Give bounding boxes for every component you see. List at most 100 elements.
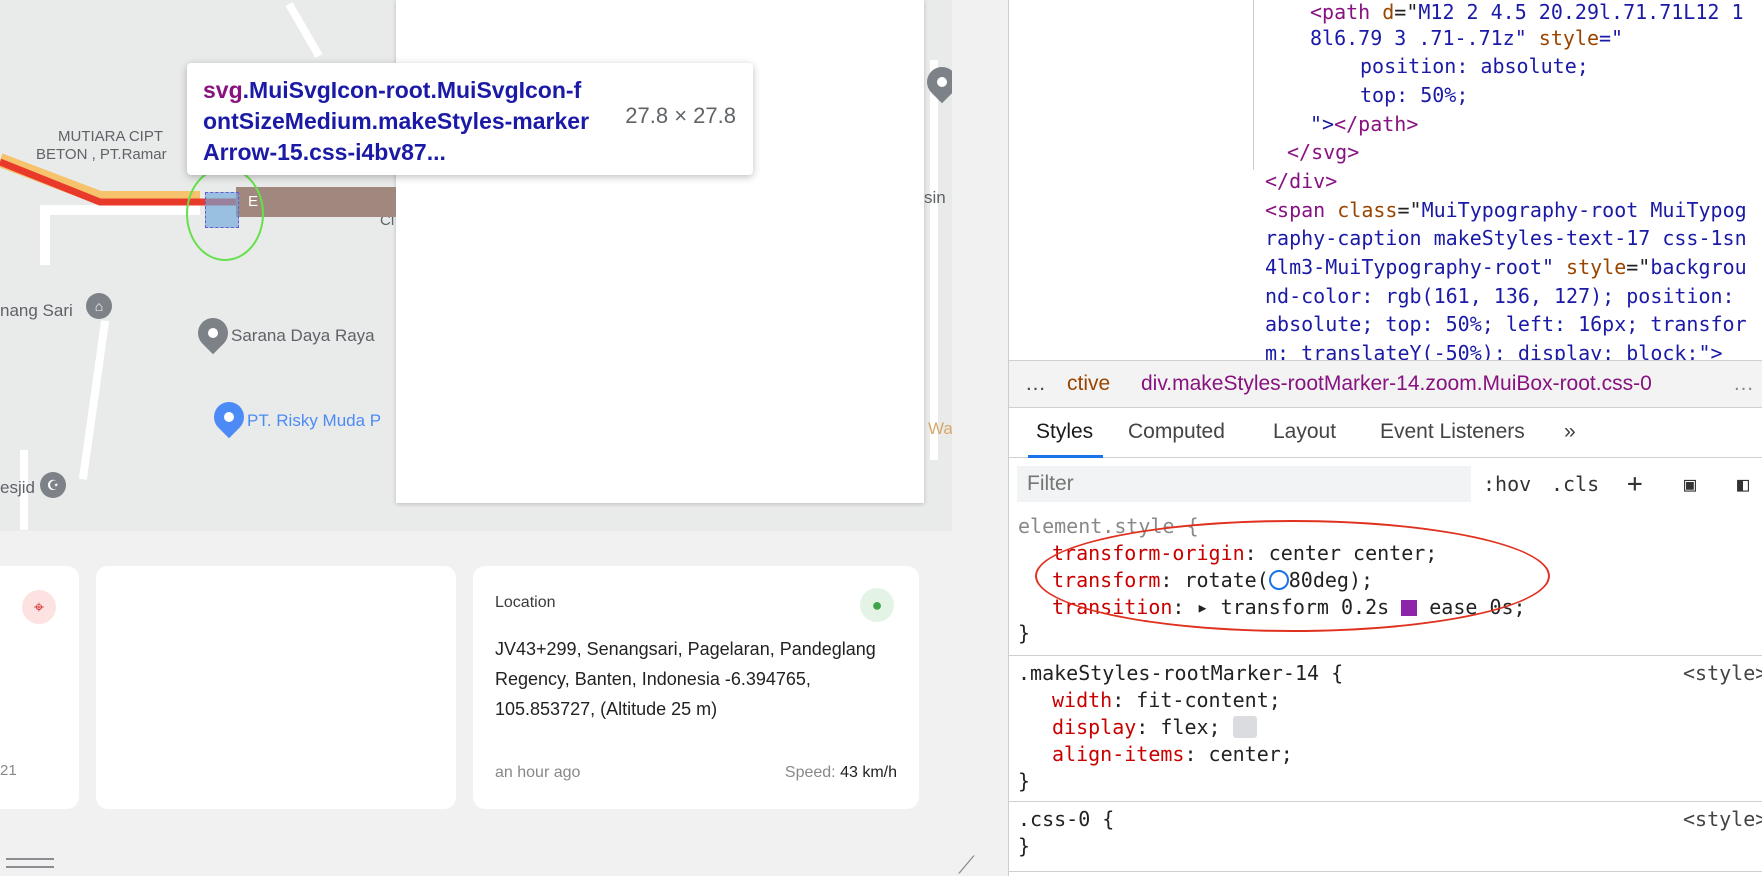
map-label-risky: PT. Risky Muda P [247,411,382,430]
hov-button[interactable]: :hov [1483,466,1531,502]
map-road [285,2,323,58]
style-declaration[interactable]: width: fit-content; [1052,687,1281,714]
paint-bucket-icon[interactable]: ▣ [1684,466,1696,502]
dom-token: 4lm3-MuiTypography-root [1265,255,1542,279]
breadcrumb-item-current[interactable]: div.makeStyles-rootMarker-14.zoom.MuiBox… [1141,361,1652,407]
dom-line[interactable]: </svg> [1287,138,1359,167]
map-road [78,320,110,480]
dom-token: "> [1310,112,1335,136]
speed-label: Speed: [784,764,836,781]
breadcrumb: … ctive div.makeStyles-rootMarker-14.zoo… [1009,360,1762,408]
dom-token: =" [1599,26,1624,50]
styles-filter-input[interactable] [1017,466,1471,502]
tooltip-tag: svg [203,77,243,103]
dom-line[interactable]: top: 50%; [1360,81,1468,110]
location-pin-icon: ● [860,588,894,622]
dom-token: " [1541,255,1567,279]
property-name: width [1052,688,1113,712]
card-left-date: 21 [0,762,17,779]
breadcrumb-scroll-left[interactable]: … [1025,361,1046,407]
inspect-tooltip: svg.MuiSvgIcon-root.MuiSvgIcon-fontSizeM… [187,63,753,175]
map[interactable]: MUTIARA CIPT BETON , PT.Ramar nang Sari … [0,0,952,531]
toggle-sidebar-icon[interactable]: ◧ [1737,466,1749,502]
dom-line[interactable]: raphy-caption makeStyles-text-17 css-1sn [1265,224,1747,253]
rule-source-link[interactable]: <style> [1683,660,1762,687]
dom-token: </path> [1334,112,1419,136]
drawer-handle[interactable] [6,858,54,868]
red-annotation-ellipse [1035,520,1550,632]
rule-selector[interactable]: .makeStyles-rootMarker-14 { [1018,660,1343,687]
location-address: JV43+299, Senangsari, Pagelaran, Pandegl… [495,639,876,719]
building-poi-icon[interactable]: ⌂ [86,293,112,319]
rule-css-0: .css-0 { <style> } [1009,802,1762,872]
dom-token: backgrou [1650,255,1747,279]
flexbox-editor-icon[interactable] [1232,716,1257,738]
location-card: Location JV43+299, Senangsari, Pagelaran… [473,566,919,809]
new-rule-button[interactable]: + [1627,466,1643,502]
dom-line[interactable]: 4lm3-MuiTypography-root" style="backgrou [1265,253,1747,282]
dom-line[interactable]: </div> [1265,167,1337,196]
tab-event-listeners[interactable]: Event Listeners [1380,408,1525,458]
tooltip-size: 27.8 × 27.8 [625,103,736,128]
dom-token: <path [1310,0,1383,24]
dom-line[interactable]: 8l6.79 3 .71-.71z" style=" [1310,24,1623,53]
dom-line[interactable]: "></path> [1310,110,1418,139]
dom-token: MuiTypography-root MuiTypog [1421,198,1747,222]
style-declaration[interactable]: align-items: center; [1052,741,1293,768]
styles-toolbar: :hov .cls + ▣ ◧ [1009,460,1762,508]
dom-line[interactable]: position: absolute; [1360,52,1589,81]
map-label-esjid: esjid [0,478,35,497]
dom-token: =" [1394,0,1419,24]
map-label-wa: Wa [928,419,952,438]
rule-source-link[interactable]: <style> [1683,806,1762,833]
style-declaration[interactable]: display: flex; [1052,714,1257,741]
dom-token: style [1566,255,1627,279]
dom-line[interactable]: absolute; top: 50%; left: 16px; transfor [1265,310,1747,339]
property-name: align-items [1052,742,1185,766]
rule-close: } [1018,769,1031,793]
resize-grip-icon[interactable]: ⟋ [958,852,975,876]
map-label-mutiara-2: BETON , PT.Ramar [36,146,167,163]
property-value: : center; [1184,742,1293,766]
dom-line[interactable]: m: translateY(-50%); display: block;"> [1265,339,1723,360]
dom-line[interactable]: <path d="M12 2 4.5 20.29l.71.71L12 1 [1310,0,1744,27]
rule-close: } [1018,834,1031,858]
dom-token: M12 2 4.5 20.29l.71.71L12 1 [1418,0,1744,24]
dom-line[interactable]: <span class="MuiTypography-root MuiTypog [1265,196,1747,225]
tab-layout[interactable]: Layout [1273,408,1336,458]
mosque-poi-icon[interactable]: ☪ [40,472,66,498]
speed-value: 43 km/h [840,764,897,781]
location-title: Location [495,594,556,611]
rule-root-marker: .makeStyles-rootMarker-14 { <style> widt… [1009,656,1762,802]
map-label-mutiara-1: MUTIARA CIPT [58,128,164,145]
more-tabs-icon[interactable]: » [1564,408,1576,458]
dom-token: =" [1397,198,1422,222]
tooltip-selector: svg.MuiSvgIcon-root.MuiSvgIcon-fontSizeM… [203,75,593,168]
cls-button[interactable]: .cls [1551,466,1599,502]
devtools-tabs: Styles Computed Layout Event Listeners » [1009,408,1762,458]
dom-token: " [1514,26,1539,50]
app-viewport: MUTIARA CIPT BETON , PT.Ramar nang Sari … [0,0,1008,876]
breadcrumb-item[interactable]: ctive [1067,361,1110,407]
location-pin-icon[interactable] [191,311,235,355]
tab-computed[interactable]: Computed [1128,408,1225,458]
map-label-sarana: Sarana Daya Raya [231,326,375,345]
location-pin-icon[interactable] [920,60,952,104]
dom-tree[interactable]: <path d="M12 2 4.5 20.29l.71.71L12 1 8l6… [1009,0,1762,360]
rule-selector[interactable]: .css-0 { [1018,806,1114,833]
breadcrumb-scroll-right[interactable]: … [1733,361,1754,407]
dom-line[interactable]: nd-color: rgb(161, 136, 127); position: [1265,282,1735,311]
dom-token: =" [1626,255,1651,279]
info-card-middle [96,566,456,809]
property-value: : fit-content; [1112,688,1281,712]
location-speed: Speed: 43 km/h [785,764,897,782]
shopping-pin-icon[interactable] [207,395,251,439]
crosshair-icon: ⌖ [22,590,56,624]
map-label-nang-sari: nang Sari [0,301,73,320]
devtools-panel: <path d="M12 2 4.5 20.29l.71.71L12 1 8l6… [1008,0,1762,876]
tab-styles[interactable]: Styles [1028,408,1104,458]
location-time: an hour ago [495,764,581,781]
property-value: : flex; [1136,715,1221,739]
dom-token: <span [1265,198,1338,222]
dom-token: class [1337,198,1398,222]
